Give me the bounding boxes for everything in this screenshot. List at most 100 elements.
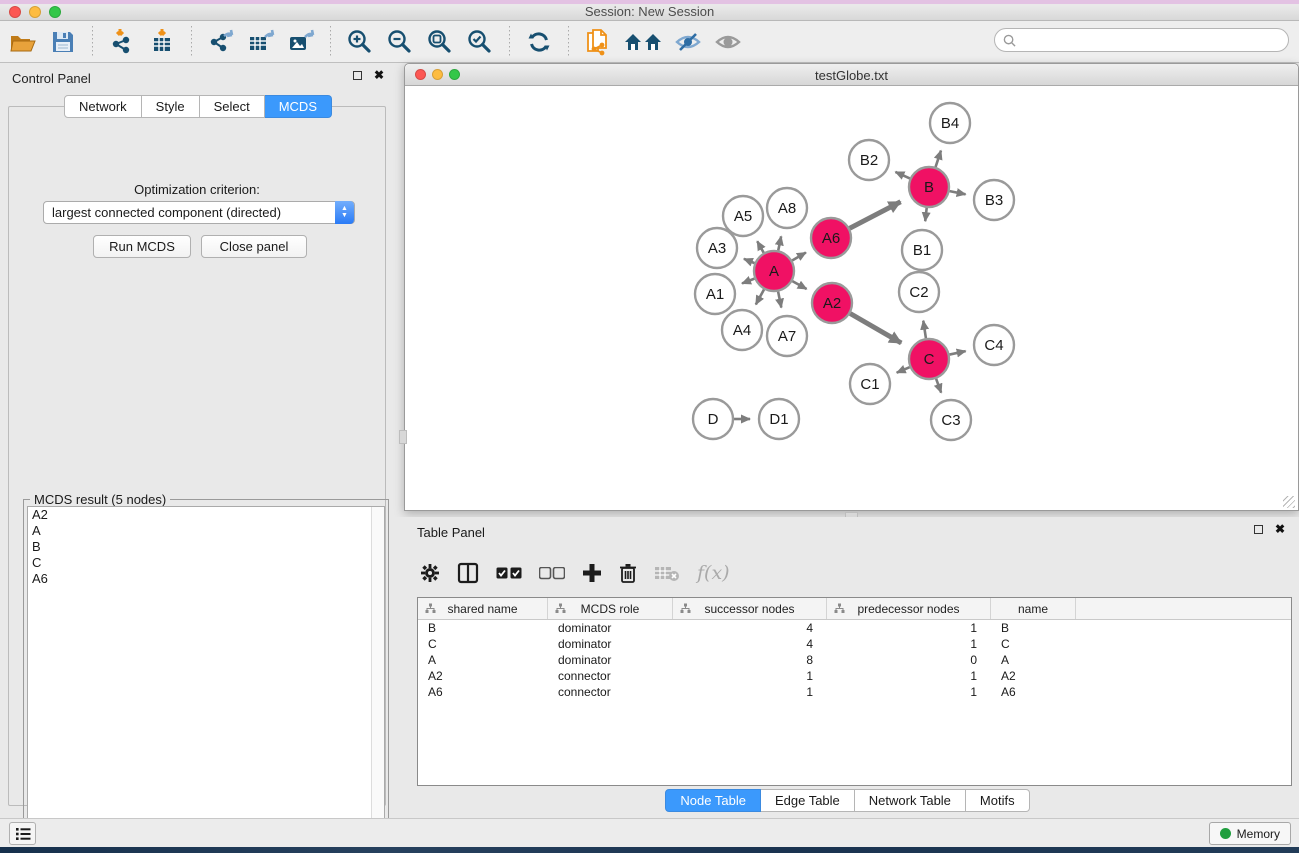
hide-graphics-details-button[interactable] xyxy=(671,25,705,59)
edge-A-A7[interactable] xyxy=(778,292,781,308)
tab-select[interactable]: Select xyxy=(200,95,265,118)
table-cell[interactable]: A2 xyxy=(418,668,548,684)
show-column-panel-button[interactable] xyxy=(457,562,479,584)
table-cell[interactable]: dominator xyxy=(548,636,673,652)
table-row[interactable]: Adominator80A xyxy=(418,652,1291,668)
edge-C-C1[interactable] xyxy=(897,367,910,372)
node-B3[interactable]: B3 xyxy=(974,180,1014,220)
node-C2[interactable]: C2 xyxy=(899,272,939,312)
result-item[interactable]: C xyxy=(28,555,384,571)
home-button[interactable] xyxy=(621,25,665,59)
table-cell[interactable]: A6 xyxy=(418,684,548,700)
result-item[interactable]: B xyxy=(28,539,384,555)
table-cell[interactable]: connector xyxy=(548,668,673,684)
zoom-out-button[interactable] xyxy=(383,25,417,59)
new-network-from-selection-button[interactable] xyxy=(581,25,615,59)
search-input[interactable] xyxy=(1021,33,1288,47)
vertical-splitter-handle[interactable] xyxy=(399,430,407,444)
table-cell[interactable]: 0 xyxy=(827,652,991,668)
table-cell[interactable]: C xyxy=(418,636,548,652)
node-D[interactable]: D xyxy=(693,399,733,439)
edge-A-A2[interactable] xyxy=(792,281,806,289)
table-cell[interactable]: 8 xyxy=(673,652,827,668)
edge-B-B4[interactable] xyxy=(936,151,941,167)
edge-C-C4[interactable] xyxy=(950,351,966,354)
node-A3[interactable]: A3 xyxy=(697,228,737,268)
node-A[interactable]: A xyxy=(754,251,794,291)
table-row[interactable]: A6connector11A6 xyxy=(418,684,1291,700)
open-session-button[interactable] xyxy=(6,25,40,59)
node-B[interactable]: B xyxy=(909,167,949,207)
node-A1[interactable]: A1 xyxy=(695,274,735,314)
table-row[interactable]: Bdominator41B xyxy=(418,620,1291,636)
table-float-panel-icon[interactable] xyxy=(1254,525,1263,534)
tab-mcds[interactable]: MCDS xyxy=(265,95,332,118)
network-window-titlebar[interactable]: testGlobe.txt xyxy=(405,64,1298,86)
node-D1[interactable]: D1 xyxy=(759,399,799,439)
column-header-successor-nodes[interactable]: successor nodes xyxy=(673,598,827,619)
edge-B-B3[interactable] xyxy=(950,191,966,194)
node-C3[interactable]: C3 xyxy=(931,400,971,440)
network-canvas[interactable]: B4B2BB3A5A8A6A3B1AA1C2A2A4A7CC4C1C3DD1 xyxy=(406,87,1297,510)
table-cell[interactable]: 1 xyxy=(827,620,991,636)
table-cell[interactable]: B xyxy=(991,620,1076,636)
table-cell[interactable]: 4 xyxy=(673,636,827,652)
tab-network[interactable]: Network xyxy=(64,95,142,118)
task-history-button[interactable] xyxy=(9,822,36,845)
table-cell[interactable]: 4 xyxy=(673,620,827,636)
export-table-button[interactable] xyxy=(244,25,278,59)
save-session-button[interactable] xyxy=(46,25,80,59)
unselect-all-columns-button[interactable] xyxy=(539,567,565,580)
create-column-button[interactable] xyxy=(582,563,602,583)
criterion-dropdown[interactable]: largest connected component (directed) ▲… xyxy=(43,201,355,224)
node-table[interactable]: shared nameMCDS rolesuccessor nodesprede… xyxy=(417,597,1292,786)
node-B4[interactable]: B4 xyxy=(930,103,970,143)
table-cell[interactable]: B xyxy=(418,620,548,636)
tab-network-table[interactable]: Network Table xyxy=(855,789,966,812)
result-item[interactable]: A2 xyxy=(28,507,384,523)
window-resize-grip[interactable] xyxy=(1283,496,1295,508)
edge-A-A8[interactable] xyxy=(778,236,781,250)
function-builder-button[interactable]: f(x) xyxy=(697,562,730,584)
search-field[interactable] xyxy=(994,28,1289,52)
close-panel-button[interactable]: Close panel xyxy=(201,235,307,258)
table-cell[interactable]: 1 xyxy=(827,668,991,684)
column-header-MCDS-role[interactable]: MCDS role xyxy=(548,598,673,619)
table-cell[interactable]: A xyxy=(991,652,1076,668)
table-row[interactable]: A2connector11A2 xyxy=(418,668,1291,684)
table-cell[interactable]: A2 xyxy=(991,668,1076,684)
network-graph[interactable]: B4B2BB3A5A8A6A3B1AA1C2A2A4A7CC4C1C3DD1 xyxy=(406,87,1297,510)
tab-edge-table[interactable]: Edge Table xyxy=(761,789,855,812)
mcds-result-list[interactable]: A2ABCA6 xyxy=(27,506,385,837)
edge-C-C2[interactable] xyxy=(923,321,926,339)
edge-A-A1[interactable] xyxy=(742,279,754,284)
node-C[interactable]: C xyxy=(909,339,949,379)
node-A6[interactable]: A6 xyxy=(811,218,851,258)
memory-button[interactable]: Memory xyxy=(1209,822,1291,845)
edge-B-B1[interactable] xyxy=(925,208,926,221)
export-network-button[interactable] xyxy=(204,25,238,59)
select-all-columns-button[interactable] xyxy=(496,567,522,580)
node-C4[interactable]: C4 xyxy=(974,325,1014,365)
node-B1[interactable]: B1 xyxy=(902,230,942,270)
node-A7[interactable]: A7 xyxy=(767,316,807,356)
tab-style[interactable]: Style xyxy=(142,95,200,118)
table-cell[interactable]: A xyxy=(418,652,548,668)
column-header-shared-name[interactable]: shared name xyxy=(418,598,548,619)
result-item[interactable]: A6 xyxy=(28,571,384,587)
edge-C-C3[interactable] xyxy=(936,379,941,393)
tab-node-table[interactable]: Node Table xyxy=(665,789,761,812)
node-C1[interactable]: C1 xyxy=(850,364,890,404)
table-cell[interactable]: 1 xyxy=(673,668,827,684)
table-row[interactable]: Cdominator41C xyxy=(418,636,1291,652)
table-cell[interactable]: C xyxy=(991,636,1076,652)
table-cell[interactable]: dominator xyxy=(548,620,673,636)
import-network-button[interactable] xyxy=(105,25,139,59)
edge-A-A5[interactable] xyxy=(757,241,763,252)
table-cell[interactable]: 1 xyxy=(673,684,827,700)
table-cell[interactable]: A6 xyxy=(991,684,1076,700)
edge-A-A6[interactable] xyxy=(792,253,806,261)
table-cell[interactable]: dominator xyxy=(548,652,673,668)
node-A5[interactable]: A5 xyxy=(723,196,763,236)
close-panel-icon[interactable]: ✖ xyxy=(374,71,384,80)
